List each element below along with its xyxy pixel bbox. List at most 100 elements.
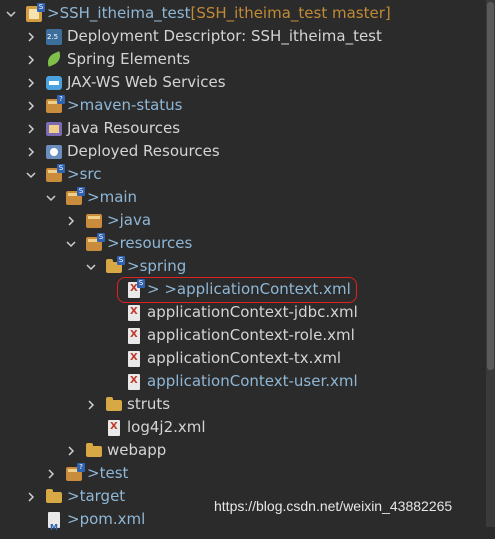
chevron-right-icon[interactable] — [25, 77, 37, 89]
xml-file-icon: S — [125, 278, 145, 299]
tree-item-pom-xml[interactable]: > pom.xml — [45, 508, 146, 539]
tree-item-label: test — [99, 464, 129, 482]
xml-file-icon — [125, 350, 143, 368]
tree-item-deployment-descriptor[interactable]: Deployment Descriptor: SSH_itheima_test — [25, 25, 382, 48]
tree-item-label: pom.xml — [79, 510, 146, 528]
java-resources-icon — [45, 120, 63, 138]
tree-item-prefix: > — [67, 96, 80, 114]
xml-file-icon — [125, 304, 143, 322]
tree-item-label: webapp — [107, 441, 167, 459]
tree-item-label: Spring Elements — [67, 50, 191, 68]
tree-item-struts[interactable]: struts — [85, 393, 170, 416]
tree-item-log4j2-xml[interactable]: log4j2.xml — [105, 416, 206, 439]
chevron-right-icon[interactable] — [25, 146, 37, 158]
chevron-down-icon[interactable] — [5, 8, 17, 20]
chevron-right-icon[interactable] — [85, 399, 97, 411]
tree-item-applicationcontext-jdbc[interactable]: applicationContext-jdbc.xml — [125, 301, 358, 324]
tree-item-target[interactable]: > target — [25, 485, 125, 508]
tree-item-project-root[interactable]: S > SSH_itheima_test [SSH_itheima_test m… — [5, 2, 391, 25]
chevron-right-icon[interactable] — [25, 31, 37, 43]
tree-item-resources[interactable]: S > resources — [65, 232, 192, 255]
folder-icon: ? — [65, 462, 85, 483]
tree-item-spring-elements[interactable]: Spring Elements — [25, 48, 190, 71]
folder-icon: S — [105, 255, 125, 276]
tree-item-jaxws-web-services[interactable]: JAX-WS Web Services — [25, 71, 226, 94]
tree-item-label: struts — [127, 395, 171, 413]
tree-item-prefix: > — [107, 234, 120, 252]
deployed-resources-icon — [45, 143, 63, 161]
folder-icon — [85, 442, 103, 460]
tree-item-prefix: > — [87, 188, 100, 206]
tree-item-prefix: > — [67, 510, 80, 528]
tree-item-src[interactable]: S > src — [25, 163, 101, 186]
tree-item-label: applicationContext-role.xml — [147, 326, 355, 344]
folder-icon — [45, 488, 63, 506]
vertical-scrollbar[interactable] — [486, 0, 495, 527]
tree-item-label: Deployed Resources — [67, 142, 220, 160]
tree-item-java-resources[interactable]: Java Resources — [25, 117, 180, 140]
project-explorer-tree: S > SSH_itheima_test [SSH_itheima_test m… — [0, 0, 495, 539]
tree-item-maven-status[interactable]: ? > maven-status — [25, 94, 183, 117]
tree-item-java[interactable]: > java — [65, 209, 151, 232]
tree-item-prefix: > — [87, 464, 100, 482]
tree-item-prefix: > — [67, 487, 80, 505]
xml-file-icon — [105, 419, 123, 437]
tree-item-applicationcontext-role[interactable]: applicationContext-role.xml — [125, 324, 355, 347]
tree-item-label: JAX-WS Web Services — [67, 73, 226, 91]
chevron-right-icon[interactable] — [65, 215, 77, 227]
tree-item-label: applicationContext-tx.xml — [147, 349, 342, 367]
chevron-right-icon[interactable] — [25, 54, 37, 66]
chevron-down-icon[interactable] — [45, 192, 57, 204]
web-services-icon — [45, 74, 63, 92]
spring-leaf-icon — [44, 50, 64, 69]
tree-item-label: Deployment Descriptor: SSH_itheima_test — [67, 27, 382, 45]
chevron-right-icon[interactable] — [25, 123, 37, 135]
chevron-down-icon[interactable] — [25, 169, 37, 181]
folder-icon — [85, 212, 103, 230]
watermark-text: https://blog.csdn.net/weixin_43882265 — [214, 498, 453, 514]
tree-item-label: java — [119, 211, 152, 229]
folder-icon: S — [45, 163, 65, 184]
xml-file-icon — [125, 373, 143, 391]
xml-file-icon — [125, 327, 143, 345]
tree-item-label: log4j2.xml — [127, 418, 206, 436]
git-branch-label: [SSH_itheima_test master] — [190, 4, 391, 22]
tree-item-main[interactable]: S > main — [45, 186, 137, 209]
tree-item-label: target — [79, 487, 126, 505]
tree-item-prefix: > > — [147, 280, 177, 298]
deployment-descriptor-icon — [45, 28, 63, 46]
chevron-down-icon[interactable] — [65, 238, 77, 250]
folder-icon: S — [65, 186, 85, 207]
scrollbar-thumb[interactable] — [487, 2, 494, 370]
tree-item-label: applicationContext-jdbc.xml — [147, 303, 358, 321]
chevron-right-icon[interactable] — [25, 491, 37, 503]
tree-item-deployed-resources[interactable]: Deployed Resources — [25, 140, 220, 163]
tree-item-applicationcontext-xml[interactable]: S > > applicationContext.xml — [125, 278, 351, 301]
tree-item-label: Java Resources — [67, 119, 181, 137]
tree-item-label: applicationContext-user.xml — [147, 372, 358, 390]
tree-item-applicationcontext-user[interactable]: applicationContext-user.xml — [125, 370, 358, 393]
project-folder-icon: S — [25, 2, 45, 23]
project-prefix: > — [47, 4, 60, 22]
tree-item-label: spring — [139, 257, 187, 275]
chevron-right-icon[interactable] — [65, 445, 77, 457]
tree-item-label: main — [99, 188, 138, 206]
tree-item-spring[interactable]: S > spring — [85, 255, 186, 278]
tree-item-webapp[interactable]: webapp — [65, 439, 166, 462]
tree-item-label: src — [79, 165, 102, 183]
tree-item-prefix: > — [107, 211, 120, 229]
folder-icon: S — [85, 232, 105, 253]
chevron-right-icon[interactable] — [45, 468, 57, 480]
tree-item-prefix: > — [67, 165, 80, 183]
tree-item-prefix: > — [127, 257, 140, 275]
chevron-down-icon[interactable] — [85, 261, 97, 273]
maven-pom-icon — [45, 511, 63, 539]
tree-item-label: maven-status — [79, 96, 183, 114]
tree-item-label: resources — [119, 234, 193, 252]
tree-item-applicationcontext-tx[interactable]: applicationContext-tx.xml — [125, 347, 341, 370]
tree-item-label: applicationContext.xml — [176, 280, 351, 298]
tree-item-test[interactable]: ? > test — [45, 462, 128, 485]
chevron-right-icon[interactable] — [25, 100, 37, 112]
folder-icon: ? — [45, 94, 65, 115]
folder-icon — [105, 396, 123, 414]
